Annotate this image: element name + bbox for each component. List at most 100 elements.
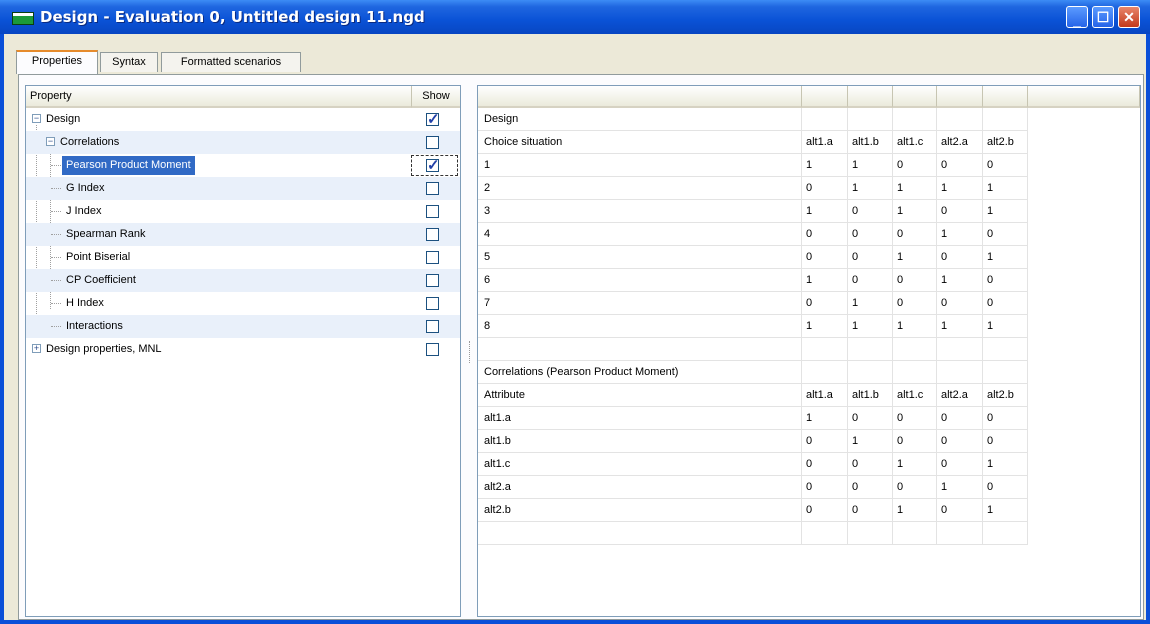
grid-cell[interactable]: 0 bbox=[983, 154, 1028, 177]
tree-node-spearman-rank[interactable]: Spearman Rank bbox=[26, 223, 460, 246]
grid-cell[interactable]: 1 bbox=[893, 499, 937, 522]
grid-cell[interactable]: 0 bbox=[893, 430, 937, 453]
grid-cell[interactable]: 0 bbox=[848, 407, 893, 430]
grid-row-label[interactable]: 1 bbox=[478, 154, 802, 177]
grid-cell[interactable]: 0 bbox=[893, 223, 937, 246]
tree-node-g-index[interactable]: G Index bbox=[26, 177, 460, 200]
show-checkbox[interactable] bbox=[426, 205, 439, 218]
grid-cell[interactable]: 0 bbox=[937, 407, 983, 430]
grid-cell[interactable]: alt2.a bbox=[937, 384, 983, 407]
grid-cell[interactable]: 0 bbox=[937, 453, 983, 476]
grid-cell[interactable] bbox=[802, 522, 848, 545]
grid-cell[interactable]: 1 bbox=[937, 177, 983, 200]
grid-cell[interactable]: 0 bbox=[848, 200, 893, 223]
grid-cell[interactable]: 0 bbox=[893, 292, 937, 315]
grid-cell[interactable] bbox=[937, 522, 983, 545]
show-checkbox[interactable] bbox=[426, 228, 439, 241]
grid-cell[interactable]: 0 bbox=[983, 223, 1028, 246]
tree-node-h-index[interactable]: H Index bbox=[26, 292, 460, 315]
grid-cell[interactable]: 0 bbox=[983, 292, 1028, 315]
grid-cell[interactable]: 1 bbox=[893, 315, 937, 338]
grid-cell[interactable] bbox=[848, 361, 893, 384]
grid-row-label[interactable] bbox=[478, 338, 802, 361]
grid-column-header[interactable] bbox=[802, 86, 848, 108]
grid-cell[interactable]: 1 bbox=[937, 223, 983, 246]
grid-cell[interactable]: alt2.b bbox=[983, 384, 1028, 407]
grid-cell[interactable] bbox=[848, 522, 893, 545]
property-tree[interactable]: Property Show − Design ✓ − Correlations … bbox=[25, 85, 461, 617]
grid-cell[interactable] bbox=[848, 338, 893, 361]
grid-cell[interactable]: 1 bbox=[893, 200, 937, 223]
grid-cell[interactable]: 0 bbox=[893, 407, 937, 430]
grid-row-label[interactable]: 6 bbox=[478, 269, 802, 292]
grid-cell[interactable] bbox=[983, 338, 1028, 361]
maximize-button[interactable]: ☐ bbox=[1092, 6, 1114, 28]
grid-cell[interactable]: 1 bbox=[848, 292, 893, 315]
grid-cell[interactable]: 0 bbox=[937, 430, 983, 453]
grid-cell[interactable]: alt1.a bbox=[802, 131, 848, 154]
grid-cell[interactable]: 1 bbox=[848, 430, 893, 453]
grid-cell[interactable]: 0 bbox=[802, 476, 848, 499]
grid-column-header[interactable] bbox=[848, 86, 893, 108]
grid-cell[interactable]: alt1.b bbox=[848, 384, 893, 407]
grid-column-header[interactable] bbox=[893, 86, 937, 108]
grid-cell[interactable]: 0 bbox=[983, 430, 1028, 453]
grid-cell[interactable]: alt2.a bbox=[937, 131, 983, 154]
grid-cell[interactable]: 1 bbox=[893, 246, 937, 269]
grid-cell[interactable] bbox=[893, 361, 937, 384]
grid-cell[interactable]: 0 bbox=[848, 453, 893, 476]
title-bar[interactable]: Design - Evaluation 0, Untitled design 1… bbox=[0, 0, 1150, 34]
grid-row-label[interactable]: alt1.b bbox=[478, 430, 802, 453]
grid-cell[interactable]: 0 bbox=[983, 476, 1028, 499]
grid-cell[interactable]: 0 bbox=[802, 453, 848, 476]
grid-cell[interactable]: 1 bbox=[983, 499, 1028, 522]
pane-splitter[interactable] bbox=[467, 85, 473, 617]
grid-cell[interactable]: alt1.a bbox=[802, 384, 848, 407]
grid-row-label[interactable]: 3 bbox=[478, 200, 802, 223]
collapse-icon[interactable]: − bbox=[46, 137, 55, 146]
column-header-show[interactable]: Show bbox=[412, 86, 460, 108]
grid-cell[interactable]: 0 bbox=[802, 246, 848, 269]
grid-cell[interactable]: 0 bbox=[802, 430, 848, 453]
grid-cell[interactable]: 0 bbox=[802, 223, 848, 246]
grid-row-label[interactable] bbox=[478, 522, 802, 545]
show-checkbox[interactable] bbox=[426, 343, 439, 356]
grid-cell[interactable]: 0 bbox=[848, 476, 893, 499]
grid-cell[interactable]: 1 bbox=[937, 269, 983, 292]
expand-icon[interactable]: + bbox=[32, 344, 41, 353]
grid-cell[interactable]: 1 bbox=[802, 269, 848, 292]
tree-node-j-index[interactable]: J Index bbox=[26, 200, 460, 223]
grid-cell[interactable]: 1 bbox=[893, 453, 937, 476]
tab-syntax[interactable]: Syntax bbox=[100, 52, 158, 72]
grid-cell[interactable]: 0 bbox=[848, 499, 893, 522]
grid-row-label[interactable]: Design bbox=[478, 108, 802, 131]
grid-row-label[interactable]: alt1.c bbox=[478, 453, 802, 476]
close-button[interactable]: ✕ bbox=[1118, 6, 1140, 28]
tree-node-point-biserial[interactable]: Point Biserial bbox=[26, 246, 460, 269]
tab-properties[interactable]: Properties bbox=[16, 50, 98, 74]
grid-cell[interactable]: 0 bbox=[983, 407, 1028, 430]
grid-cell[interactable]: 1 bbox=[983, 453, 1028, 476]
tree-node-design-properties-mnl[interactable]: + Design properties, MNL bbox=[26, 338, 460, 361]
grid-cell[interactable]: 1 bbox=[983, 246, 1028, 269]
grid-cell[interactable] bbox=[802, 108, 848, 131]
grid-cell[interactable]: 0 bbox=[893, 269, 937, 292]
grid-cell[interactable]: alt1.c bbox=[893, 131, 937, 154]
grid-cell[interactable]: 1 bbox=[937, 315, 983, 338]
grid-cell[interactable] bbox=[983, 522, 1028, 545]
grid-cell[interactable]: 1 bbox=[802, 154, 848, 177]
grid-cell[interactable]: 0 bbox=[802, 499, 848, 522]
grid-cell[interactable] bbox=[802, 361, 848, 384]
grid-cell[interactable]: 0 bbox=[937, 246, 983, 269]
grid-cell[interactable] bbox=[893, 522, 937, 545]
tree-node-interactions[interactable]: Interactions bbox=[26, 315, 460, 338]
grid-row-label[interactable]: alt1.a bbox=[478, 407, 802, 430]
grid-column-header[interactable] bbox=[983, 86, 1028, 108]
grid-cell[interactable]: 1 bbox=[802, 200, 848, 223]
grid-cell[interactable]: 0 bbox=[893, 476, 937, 499]
show-checkbox[interactable] bbox=[426, 297, 439, 310]
tree-node-correlations[interactable]: − Correlations bbox=[26, 131, 460, 154]
grid-row-label[interactable]: alt2.b bbox=[478, 499, 802, 522]
grid-row-label[interactable]: 5 bbox=[478, 246, 802, 269]
grid-column-header[interactable] bbox=[937, 86, 983, 108]
